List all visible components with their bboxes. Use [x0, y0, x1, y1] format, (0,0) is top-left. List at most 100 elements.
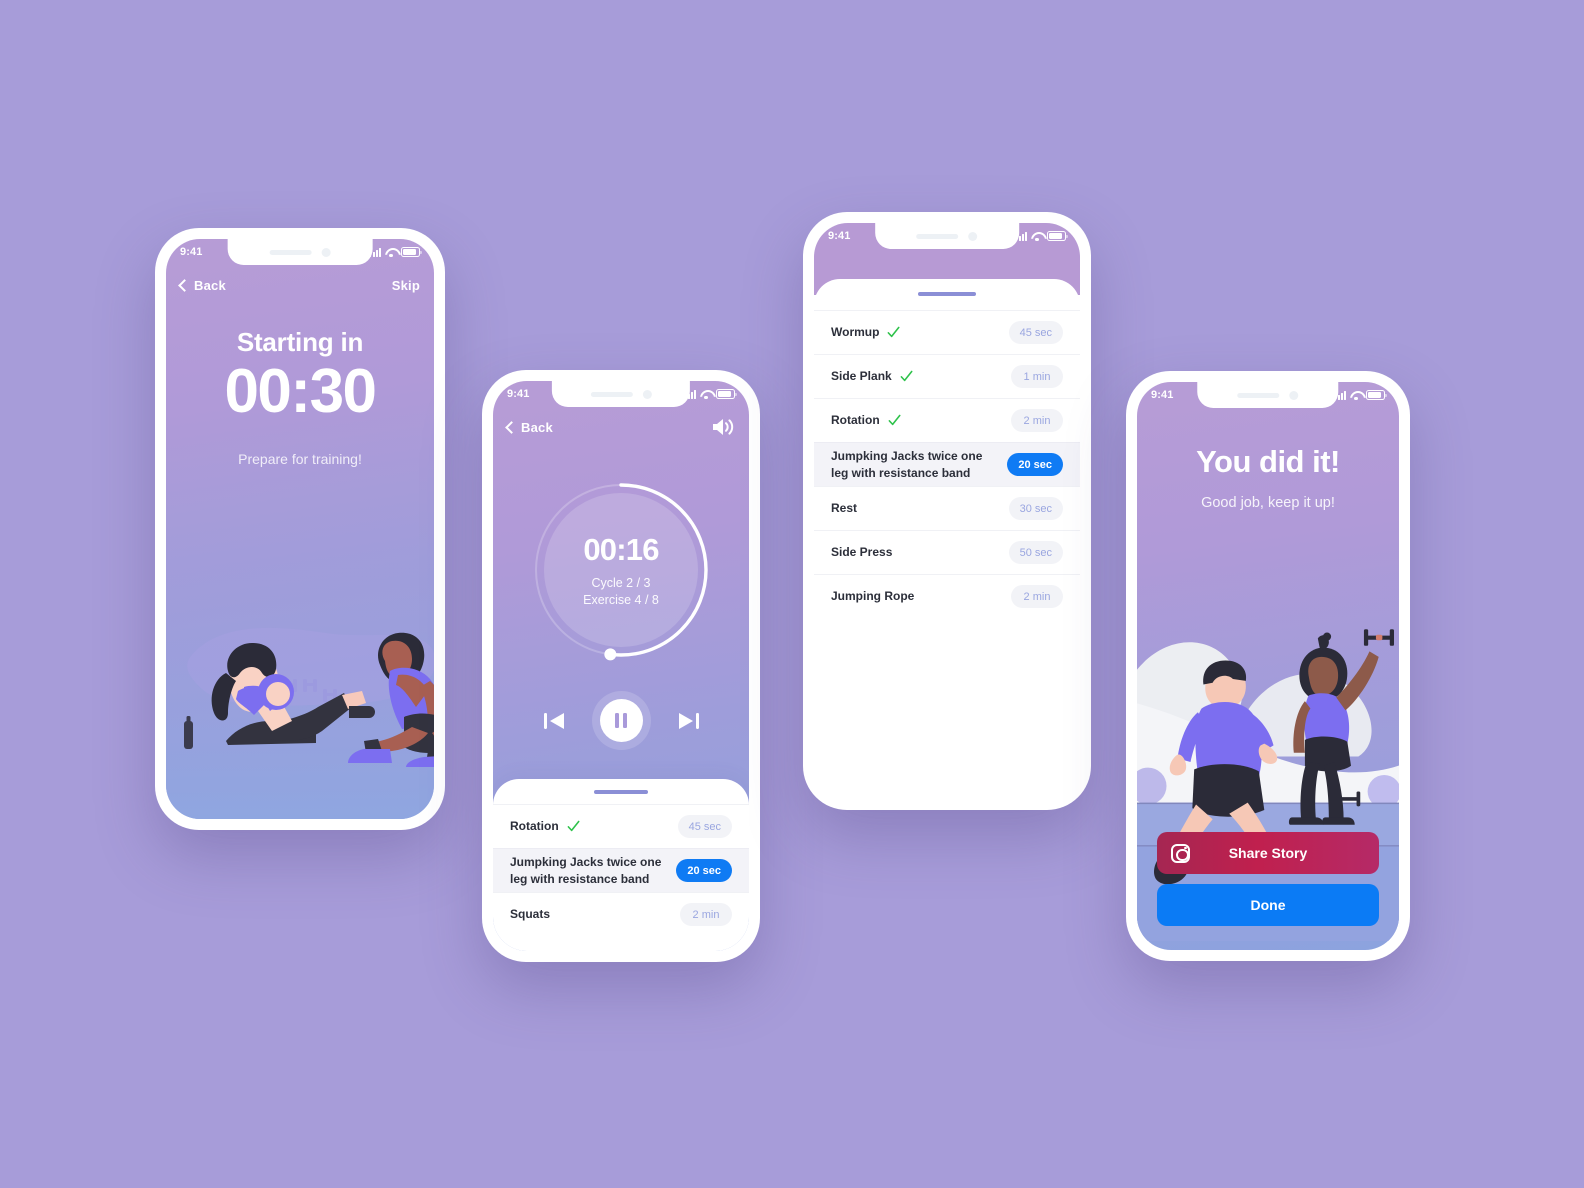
check-icon	[888, 326, 900, 338]
exercise-row[interactable]: Side Press 50 sec	[814, 530, 1080, 574]
front-camera	[321, 247, 331, 257]
screens-stage: 9:41 Back Skip Starting in 00:30 Prepare…	[0, 0, 1584, 1188]
check-icon	[888, 414, 901, 426]
countdown-title: Starting in	[236, 327, 364, 357]
check-icon	[900, 370, 913, 382]
exercise-name: Rotation	[510, 819, 559, 834]
duration-badge: 2 min	[1011, 409, 1063, 432]
exercise-row[interactable]: Jumping Rope 2 min	[814, 574, 1080, 618]
duration-badge: 20 sec	[1007, 453, 1063, 476]
chevron-left-icon	[505, 420, 518, 434]
exercise-row[interactable]: Jumpking Jacks twice one leg with resist…	[493, 848, 749, 892]
front-camera	[1289, 390, 1299, 400]
exercise-name: Wormup	[831, 325, 880, 340]
exercise-row-left: Side Plank	[831, 368, 913, 384]
instagram-icon	[1171, 843, 1190, 863]
exercise-list-rows: Wormup 45 sec Side Plank 1 min Rotation 2 min…	[814, 310, 1080, 618]
success-screen: 9:41 You did it! Good job, keep it up! S…	[1137, 382, 1399, 950]
share-story-label: Share Story	[1228, 845, 1308, 861]
check-icon	[567, 820, 580, 832]
status-icons	[369, 247, 422, 258]
success-actions: Share Story Done	[1157, 832, 1379, 926]
exercise-row[interactable]: Jumpking Jacks twice one leg with resist…	[814, 442, 1080, 486]
wifi-icon	[1350, 391, 1362, 401]
status-time: 9:41	[828, 230, 851, 242]
progress-ring: 00:16 Cycle 2 / 3 Exercise 4 / 8	[528, 477, 714, 663]
duration-badge: 1 min	[1011, 365, 1063, 388]
exercise-name: Jumping Rope	[831, 589, 915, 604]
exercise-row-left: Rotation	[510, 818, 580, 834]
status-icons	[684, 389, 737, 400]
exercise-name: Jumpking Jacks twice one leg with resist…	[831, 449, 983, 480]
exercise-row[interactable]: Side Plank 1 min	[814, 354, 1080, 398]
timer-dial: 00:16 Cycle 2 / 3 Exercise 4 / 8	[544, 493, 698, 647]
phone-success: 9:41 You did it! Good job, keep it up! S…	[1126, 371, 1410, 961]
front-camera	[642, 389, 652, 399]
duration-badge: 2 min	[680, 903, 732, 926]
exercise-row[interactable]: Squats 2 min	[493, 892, 749, 936]
exercise-label: Exercise 4 / 8	[583, 592, 659, 607]
speaker-on-icon[interactable]	[711, 417, 735, 437]
duration-badge: 50 sec	[1008, 541, 1063, 564]
done-label: Done	[1250, 897, 1286, 913]
back-button[interactable]: Back	[178, 278, 226, 293]
exercise-name: Side Plank	[831, 369, 892, 384]
battery-icon	[401, 247, 422, 257]
status-time: 9:41	[180, 246, 203, 258]
exercise-list-screen: 9:41 Wormup 45 sec Side Plank 1 min Rotation…	[814, 223, 1080, 799]
exercise-name: Side Press	[831, 545, 893, 560]
exercise-name: Rotation	[831, 413, 880, 428]
battery-icon	[1047, 231, 1068, 241]
earpiece-speaker	[916, 233, 959, 239]
exercise-name: Rest	[831, 501, 858, 516]
player-progress-meta: Cycle 2 / 3 Exercise 4 / 8	[583, 575, 659, 609]
success-title: You did it!	[1196, 444, 1340, 479]
phone-player: 9:41 Back 00:16 Cycle 2 / 3 Exercise 4 /…	[482, 370, 760, 962]
pause-button[interactable]	[599, 699, 643, 742]
earpiece-speaker	[590, 391, 633, 397]
wifi-icon	[385, 248, 397, 258]
duration-badge: 30 sec	[1008, 497, 1063, 520]
sheet-drag-handle[interactable]	[594, 790, 648, 794]
skip-previous-icon[interactable]	[542, 710, 566, 732]
duration-badge: 20 sec	[676, 859, 732, 882]
battery-icon	[716, 389, 737, 399]
wifi-icon	[1031, 232, 1043, 242]
exercise-row[interactable]: Rotation 2 min	[814, 398, 1080, 442]
notch	[227, 239, 373, 265]
success-subtitle: Good job, keep it up!	[1201, 495, 1335, 511]
exercise-row-left: Rotation	[831, 412, 901, 428]
two-people-situp-illustration	[166, 561, 434, 819]
player-timer: 00:16	[583, 531, 659, 567]
exercise-row-left: Jumpking Jacks twice one leg with resist…	[510, 854, 670, 886]
exercise-row[interactable]: Rotation 45 sec	[493, 804, 749, 848]
countdown-timer: 00:30	[224, 357, 377, 426]
skip-button[interactable]: Skip	[392, 278, 420, 293]
exercise-name: Jumpking Jacks twice one leg with resist…	[510, 855, 662, 886]
sheet-drag-handle[interactable]	[918, 292, 976, 296]
back-button[interactable]: Back	[505, 419, 553, 435]
status-time: 9:41	[507, 388, 530, 400]
exercise-row[interactable]: Wormup 45 sec	[814, 310, 1080, 354]
duration-badge: 2 min	[1011, 585, 1063, 608]
notch	[875, 223, 1019, 249]
chevron-left-icon	[178, 278, 191, 292]
player-screen: 9:41 Back 00:16 Cycle 2 / 3 Exercise 4 /…	[493, 381, 749, 951]
exercise-row-left: Jumpking Jacks twice one leg with resist…	[831, 448, 991, 480]
exercise-row[interactable]: Rest 30 sec	[814, 486, 1080, 530]
duration-badge: 45 sec	[677, 815, 732, 838]
share-story-button[interactable]: Share Story	[1157, 832, 1379, 874]
player-navbar: Back	[493, 407, 749, 447]
earpiece-speaker	[269, 249, 312, 255]
exercise-row-left: Jumping Rope	[831, 588, 914, 604]
skip-next-icon[interactable]	[677, 710, 701, 732]
status-time: 9:41	[1151, 389, 1174, 401]
player-exercise-list: Rotation 45 sec Jumpking Jacks twice one l…	[493, 804, 749, 936]
done-button[interactable]: Done	[1157, 884, 1379, 926]
countdown-screen: 9:41 Back Skip Starting in 00:30 Prepare…	[166, 239, 434, 819]
exercise-row-left: Rest	[831, 500, 857, 516]
notch	[551, 381, 691, 407]
front-camera	[968, 231, 978, 241]
back-label: Back	[521, 419, 553, 435]
countdown-subtitle: Prepare for training!	[238, 451, 362, 467]
